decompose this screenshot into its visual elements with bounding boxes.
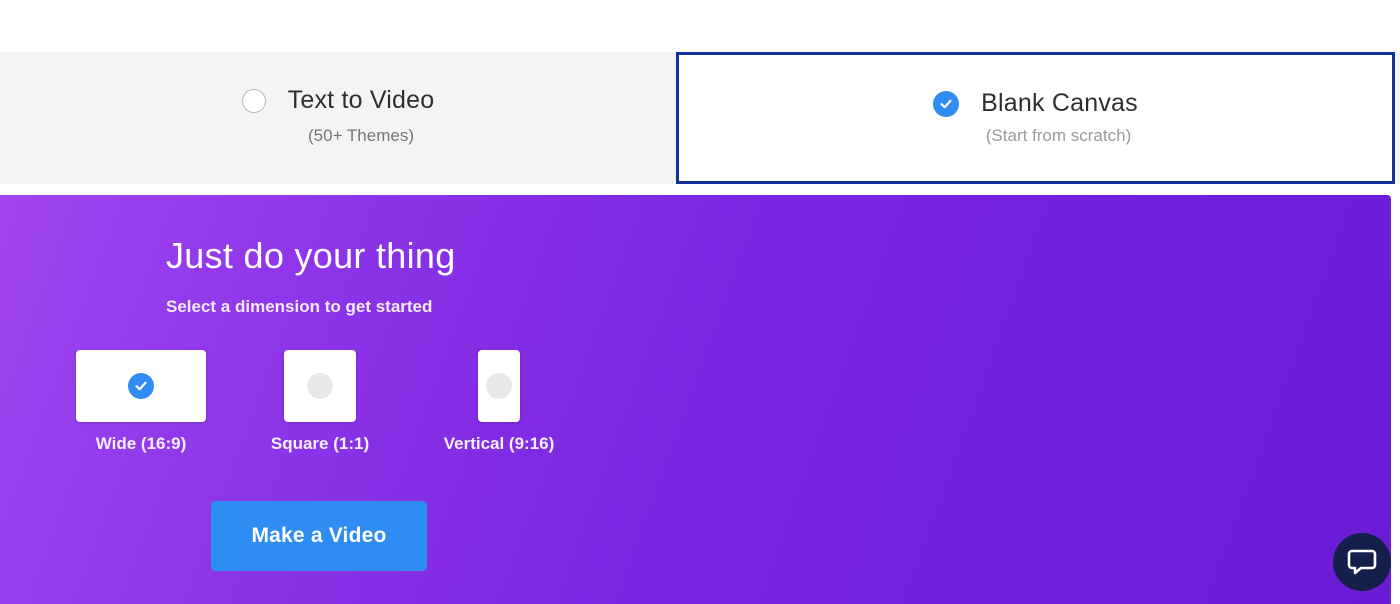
tab-text-to-video-title: Text to Video <box>287 86 435 114</box>
chat-icon <box>1347 549 1377 575</box>
tab-blank-canvas-subtitle: (Start from scratch) <box>985 126 1132 145</box>
dimension-preview-wide[interactable] <box>76 350 206 422</box>
panel-title: Just do your thing <box>166 235 456 276</box>
dimension-preview-vertical[interactable] <box>478 350 520 422</box>
check-icon <box>940 99 952 108</box>
dimension-option-square[interactable]: Square (1:1) <box>268 350 372 454</box>
dimension-unselected-icon <box>486 373 512 399</box>
tab-blank-canvas[interactable]: Blank Canvas (Start from scratch) <box>676 52 1395 184</box>
dimension-option-vertical[interactable]: Vertical (9:16) <box>434 350 564 454</box>
blank-canvas-panel: Just do your thing Select a dimension to… <box>0 195 1391 604</box>
tab-text-to-video-title-row: Text to Video <box>241 86 435 115</box>
dimension-selected-icon <box>128 373 154 399</box>
dimension-option-wide[interactable]: Wide (16:9) <box>76 350 206 454</box>
tab-text-to-video-content: Text to Video (50+ Themes) <box>0 86 676 146</box>
chat-widget-button[interactable] <box>1333 533 1391 591</box>
dimension-unselected-icon <box>307 373 333 399</box>
check-icon <box>135 381 147 391</box>
dimension-label-vertical: Vertical (9:16) <box>443 434 555 453</box>
mode-tabs: Text to Video (50+ Themes) Blank Canvas … <box>0 52 1400 184</box>
tab-text-to-video-subtitle: (50+ Themes) <box>308 125 414 145</box>
tab-blank-canvas-title: Blank Canvas <box>981 89 1138 117</box>
tab-blank-canvas-title-row: Blank Canvas <box>933 89 1138 118</box>
dimension-label-square: Square (1:1) <box>270 434 370 453</box>
radio-checked-icon[interactable] <box>933 90 960 117</box>
tab-text-to-video[interactable]: Text to Video (50+ Themes) <box>0 52 676 184</box>
tab-blank-canvas-content: Blank Canvas (Start from scratch) <box>679 89 1392 146</box>
radio-unselected-icon[interactable] <box>241 88 266 113</box>
dimension-label-wide: Wide (16:9) <box>95 434 187 453</box>
make-video-button[interactable]: Make a Video <box>211 501 427 571</box>
dimension-preview-square[interactable] <box>284 350 356 422</box>
panel-subtitle: Select a dimension to get started <box>166 297 433 316</box>
